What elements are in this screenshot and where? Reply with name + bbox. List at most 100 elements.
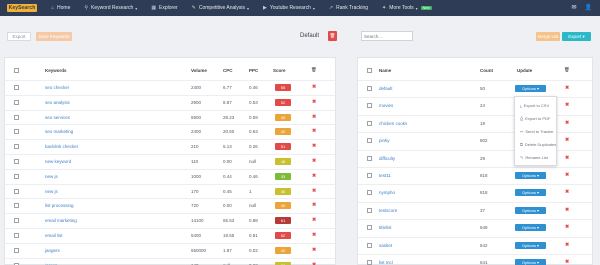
keyword-link[interactable]: email marketing — [45, 218, 77, 223]
row-checkbox[interactable] — [14, 247, 19, 253]
nav-item[interactable]: ✎ Competitive Analysis ▾ — [192, 5, 249, 11]
delete-icon[interactable]: ✖ — [312, 232, 316, 238]
options-button[interactable]: Options ▾ — [515, 241, 546, 249]
delete-icon[interactable]: ✖ — [312, 173, 316, 179]
dropdown-menu-item[interactable]: ⤓ Export to CSV — [520, 103, 549, 108]
dropdown-menu-item[interactable]: ⎙ Export to PDF — [520, 116, 550, 121]
export-dropdown-button[interactable]: Export ▾ — [562, 32, 591, 41]
delete-icon[interactable]: ✖ — [312, 247, 316, 253]
delete-icon[interactable]: ✖ — [312, 262, 316, 265]
dropdown-menu-item[interactable]: ✎ Rename List — [520, 155, 548, 160]
delete-icon[interactable]: ✖ — [312, 143, 316, 149]
options-button[interactable]: Options ▾ — [515, 85, 546, 92]
keyword-link[interactable]: email list — [45, 233, 63, 238]
row-checkbox[interactable] — [14, 129, 19, 135]
row-checkbox[interactable] — [14, 173, 19, 179]
keyword-link[interactable]: new js — [45, 174, 58, 179]
delete-icon[interactable]: ✖ — [565, 207, 569, 213]
save-keywords-button[interactable]: Save Keywords — [36, 32, 72, 41]
delete-icon[interactable]: ✖ — [565, 120, 569, 126]
keyword-link[interactable]: jangers — [45, 248, 60, 253]
col-ppc[interactable]: PPC — [249, 68, 258, 73]
delete-icon[interactable]: ✖ — [565, 172, 569, 178]
col-score[interactable]: Score — [273, 68, 286, 73]
select-all-checkbox[interactable] — [14, 68, 19, 73]
row-checkbox[interactable] — [367, 260, 372, 265]
col-cpc[interactable]: CPC — [223, 68, 233, 73]
delete-icon[interactable]: ✖ — [312, 84, 316, 90]
list-name-link[interactable]: pinky — [379, 138, 390, 143]
row-checkbox[interactable] — [14, 159, 19, 164]
merge-list-button[interactable]: Merge List — [536, 32, 560, 41]
row-checkbox[interactable] — [14, 188, 19, 194]
delete-icon[interactable]: ✖ — [312, 158, 316, 164]
delete-icon[interactable]: ✖ — [565, 102, 569, 108]
list-name-link[interactable]: difficulty — [379, 156, 395, 161]
list-name-link[interactable]: default — [379, 86, 393, 91]
row-checkbox[interactable] — [367, 86, 372, 91]
delete-icon[interactable]: ✖ — [312, 114, 316, 120]
options-button[interactable]: Options ▾ — [515, 189, 546, 197]
keyword-link[interactable]: list processing — [45, 203, 74, 208]
keyword-link[interactable]: seo checker — [45, 85, 69, 90]
mail-icon[interactable]: ✉ — [571, 4, 576, 11]
row-checkbox[interactable] — [14, 203, 19, 209]
list-name-link[interactable]: sasket — [379, 243, 392, 248]
delete-icon[interactable]: ✖ — [565, 224, 569, 230]
delete-list-button[interactable]: 🗑 — [328, 31, 337, 41]
delete-icon[interactable]: ✖ — [312, 128, 316, 134]
row-checkbox[interactable] — [367, 225, 372, 231]
list-name-link[interactable]: nympho — [379, 190, 395, 195]
row-checkbox[interactable] — [14, 218, 19, 224]
row-checkbox[interactable] — [367, 242, 372, 248]
row-checkbox[interactable] — [367, 155, 372, 161]
row-checkbox[interactable] — [367, 138, 372, 144]
delete-icon[interactable]: ✖ — [565, 259, 569, 265]
user-icon[interactable]: 👤 — [585, 4, 592, 11]
search-input[interactable] — [361, 31, 413, 41]
options-button[interactable]: Options ▾ — [515, 224, 546, 232]
list-name-link[interactable]: list Incl — [379, 260, 393, 265]
select-all-lists-checkbox[interactable] — [367, 68, 372, 73]
row-checkbox[interactable] — [367, 173, 372, 178]
list-name-link[interactable]: test11 — [379, 173, 391, 178]
nav-item[interactable]: ▶ Youtube Research ▾ — [263, 5, 315, 11]
keyword-link[interactable]: new keyword — [45, 159, 71, 164]
row-checkbox[interactable] — [367, 190, 372, 196]
nav-item[interactable]: ⚲ Keyword Research ▾ — [84, 5, 137, 11]
row-checkbox[interactable] — [14, 85, 19, 90]
delete-icon[interactable]: ✖ — [312, 202, 316, 208]
col-count[interactable]: Count — [480, 68, 493, 73]
nav-item[interactable]: ✦ More Tools ▾ New — [382, 5, 432, 11]
row-checkbox[interactable] — [367, 120, 372, 126]
col-volume[interactable]: Volume — [191, 68, 207, 73]
col-update[interactable]: Update — [517, 68, 532, 73]
row-checkbox[interactable] — [14, 99, 19, 105]
list-name-link[interactable]: movies — [379, 103, 393, 108]
export-button[interactable]: Export — [7, 32, 31, 41]
delete-icon[interactable]: ✖ — [312, 217, 316, 223]
col-keywords[interactable]: Keywords — [45, 68, 67, 73]
keyword-link[interactable]: backlink checker — [45, 144, 78, 149]
delete-icon[interactable]: ✖ — [565, 242, 569, 248]
nav-item[interactable]: ⌂ Home — [51, 5, 70, 11]
delete-icon[interactable]: ✖ — [312, 188, 316, 194]
row-checkbox[interactable] — [14, 114, 19, 120]
keyword-link[interactable]: seo analysis — [45, 100, 70, 105]
dropdown-menu-item[interactable]: ⧉ Delete Duplicates — [520, 142, 556, 147]
options-button[interactable]: Options ▾ — [515, 206, 546, 214]
list-name-link[interactable]: testscore — [379, 208, 397, 213]
delete-icon[interactable]: ✖ — [565, 155, 569, 161]
nav-item[interactable]: ↗ Rank Tracking — [329, 5, 368, 11]
col-name[interactable]: Name — [379, 68, 391, 73]
delete-icon[interactable]: ✖ — [565, 189, 569, 195]
delete-icon[interactable]: ✖ — [312, 99, 316, 105]
dropdown-menu-item[interactable]: ↦ Send to Tracker — [520, 129, 554, 134]
row-checkbox[interactable] — [367, 103, 372, 109]
delete-icon[interactable]: ✖ — [565, 85, 569, 91]
list-name-link[interactable]: titlelist — [379, 225, 392, 230]
nav-item[interactable]: ▦ Explorer — [151, 5, 177, 11]
row-checkbox[interactable] — [14, 144, 19, 150]
keyword-link[interactable]: new js — [45, 189, 58, 194]
row-checkbox[interactable] — [367, 207, 372, 213]
